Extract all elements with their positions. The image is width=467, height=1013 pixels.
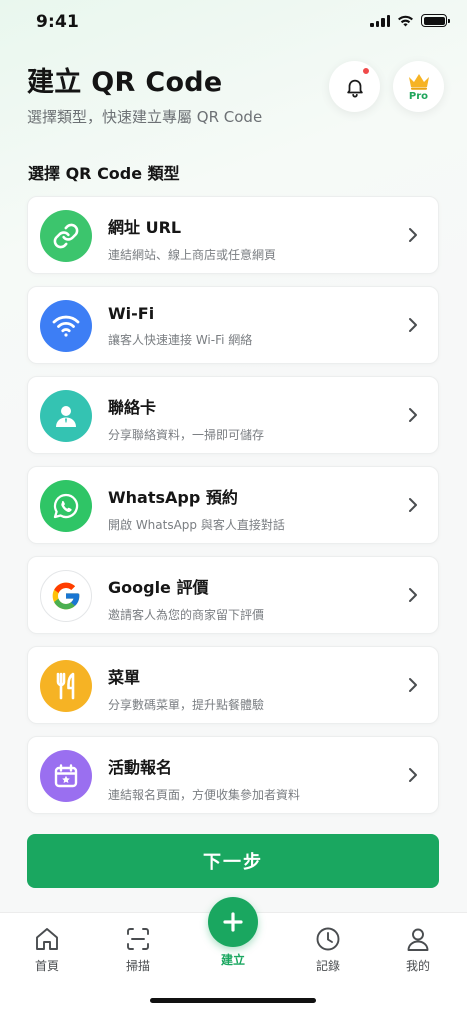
tab-home[interactable]: 首頁 — [12, 913, 82, 974]
whatsapp-icon — [40, 480, 92, 532]
type-desc: 分享聯絡資料，一掃即可儲存 — [108, 428, 265, 442]
tab-label: 掃描 — [125, 959, 150, 973]
clock-icon — [316, 927, 340, 951]
chevron-right-icon — [409, 678, 417, 692]
chevron-right-icon — [409, 588, 417, 602]
type-name: 活動報名 — [108, 758, 173, 777]
status-bar: 9:41 — [0, 0, 467, 44]
status-time: 9:41 — [36, 12, 80, 32]
tab-label: 建立 — [220, 953, 245, 967]
tab-label: 我的 — [405, 959, 430, 973]
type-desc: 開啟 WhatsApp 與客人直接對話 — [108, 518, 285, 532]
cellular-signal-icon — [370, 14, 390, 27]
type-card-wifi[interactable]: Wi-Fi 讓客人快速連接 Wi-Fi 網絡 — [27, 286, 439, 364]
pro-label: Pro — [408, 90, 429, 102]
type-desc: 邀請客人為您的商家留下評價 — [108, 608, 265, 622]
wifi-icon — [40, 300, 92, 352]
type-card-google-review[interactable]: Google 評價 邀請客人為您的商家留下評價 — [27, 556, 439, 634]
chevron-right-icon — [409, 228, 417, 242]
type-card-menu[interactable]: 菜單 分享數碼菜單，提升點餐體驗 — [27, 646, 439, 724]
tab-profile[interactable]: 我的 — [383, 913, 453, 974]
wifi-status-icon — [398, 15, 413, 27]
scan-icon — [127, 928, 149, 950]
page-title: 建立 QR Code — [27, 67, 223, 98]
type-name: WhatsApp 預約 — [108, 488, 238, 507]
type-name: Wi-Fi — [108, 304, 155, 323]
chevron-right-icon — [409, 318, 417, 332]
section-title: 選擇 QR Code 類型 — [28, 164, 180, 183]
link-icon — [40, 210, 92, 262]
qr-type-list: 網址 URL 連結網站、線上商店或任意網頁 Wi-Fi 讓客人快速連接 Wi-F… — [27, 196, 439, 826]
type-card-contact[interactable]: 聯絡卡 分享聯絡資料，一掃即可儲存 — [27, 376, 439, 454]
calendar-event-icon — [40, 750, 92, 802]
type-name: 網址 URL — [108, 218, 182, 237]
type-desc: 分享數碼菜單，提升點餐體驗 — [108, 698, 265, 712]
type-name: Google 評價 — [108, 578, 209, 597]
contact-icon — [40, 390, 92, 442]
crown-icon — [408, 73, 429, 90]
type-name: 菜單 — [108, 668, 141, 687]
notifications-button[interactable] — [329, 61, 380, 112]
tab-create[interactable]: 建立 — [198, 951, 268, 968]
chevron-right-icon — [409, 498, 417, 512]
type-desc: 連結報名頁面，方便收集參加者資料 — [108, 788, 301, 802]
tab-label: 記錄 — [315, 959, 340, 973]
type-desc: 讓客人快速連接 Wi-Fi 網絡 — [108, 333, 253, 347]
page-subtitle: 選擇類型，快速建立專屬 QR Code — [27, 108, 263, 126]
user-icon — [407, 928, 429, 951]
chevron-right-icon — [409, 768, 417, 782]
home-indicator — [150, 998, 316, 1003]
pro-button[interactable]: Pro — [393, 61, 444, 112]
home-icon — [36, 928, 58, 950]
menu-utensils-icon — [40, 660, 92, 712]
plus-icon — [223, 912, 243, 932]
tab-label: 首頁 — [34, 959, 59, 973]
type-card-event[interactable]: 活動報名 連結報名頁面，方便收集參加者資料 — [27, 736, 439, 814]
battery-icon — [421, 14, 450, 27]
next-button[interactable]: 下一步 — [27, 834, 439, 888]
bell-icon — [346, 79, 363, 97]
tab-scan[interactable]: 掃描 — [103, 913, 173, 974]
create-fab-button[interactable] — [208, 897, 258, 947]
tab-history[interactable]: 記錄 — [293, 913, 363, 974]
google-icon — [40, 570, 92, 622]
notification-dot — [362, 67, 370, 75]
type-card-url[interactable]: 網址 URL 連結網站、線上商店或任意網頁 — [27, 196, 439, 274]
chevron-right-icon — [409, 408, 417, 422]
type-desc: 連結網站、線上商店或任意網頁 — [108, 248, 277, 262]
type-card-whatsapp[interactable]: WhatsApp 預約 開啟 WhatsApp 與客人直接對話 — [27, 466, 439, 544]
type-name: 聯絡卡 — [108, 398, 157, 417]
status-icons — [370, 14, 450, 27]
